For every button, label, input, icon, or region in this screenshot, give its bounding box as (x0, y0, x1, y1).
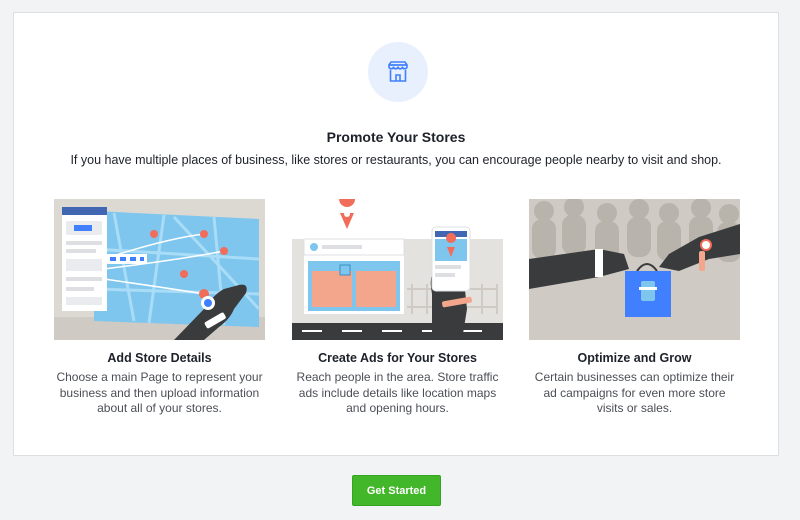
feature-optimize-grow: Optimize and Grow Certain businesses can… (529, 199, 740, 417)
page-title: Promote Your Stores (326, 129, 466, 145)
get-started-button[interactable]: Get Started (352, 475, 441, 506)
feature-description: Reach people in the area. Store traffic … (296, 370, 499, 415)
storefront-phone-illustration (292, 199, 503, 340)
feature-create-ads: Create Ads for Your Stores Reach people … (292, 199, 503, 417)
store-icon (368, 42, 428, 102)
feature-add-store-details: Add Store Details Choose a main Page to … (54, 199, 265, 417)
feature-title: Add Store Details (107, 351, 212, 365)
handshake-bag-illustration (529, 199, 740, 340)
feature-title: Create Ads for Your Stores (318, 351, 477, 365)
feature-description: Choose a main Page to represent your bus… (56, 370, 263, 415)
map-illustration (54, 199, 265, 340)
feature-description: Certain businesses can optimize their ad… (534, 370, 735, 415)
promote-stores-card: Promote Your Stores If you have multiple… (13, 12, 779, 456)
page-subtitle: If you have multiple places of business,… (70, 153, 722, 167)
feature-title: Optimize and Grow (577, 351, 692, 365)
